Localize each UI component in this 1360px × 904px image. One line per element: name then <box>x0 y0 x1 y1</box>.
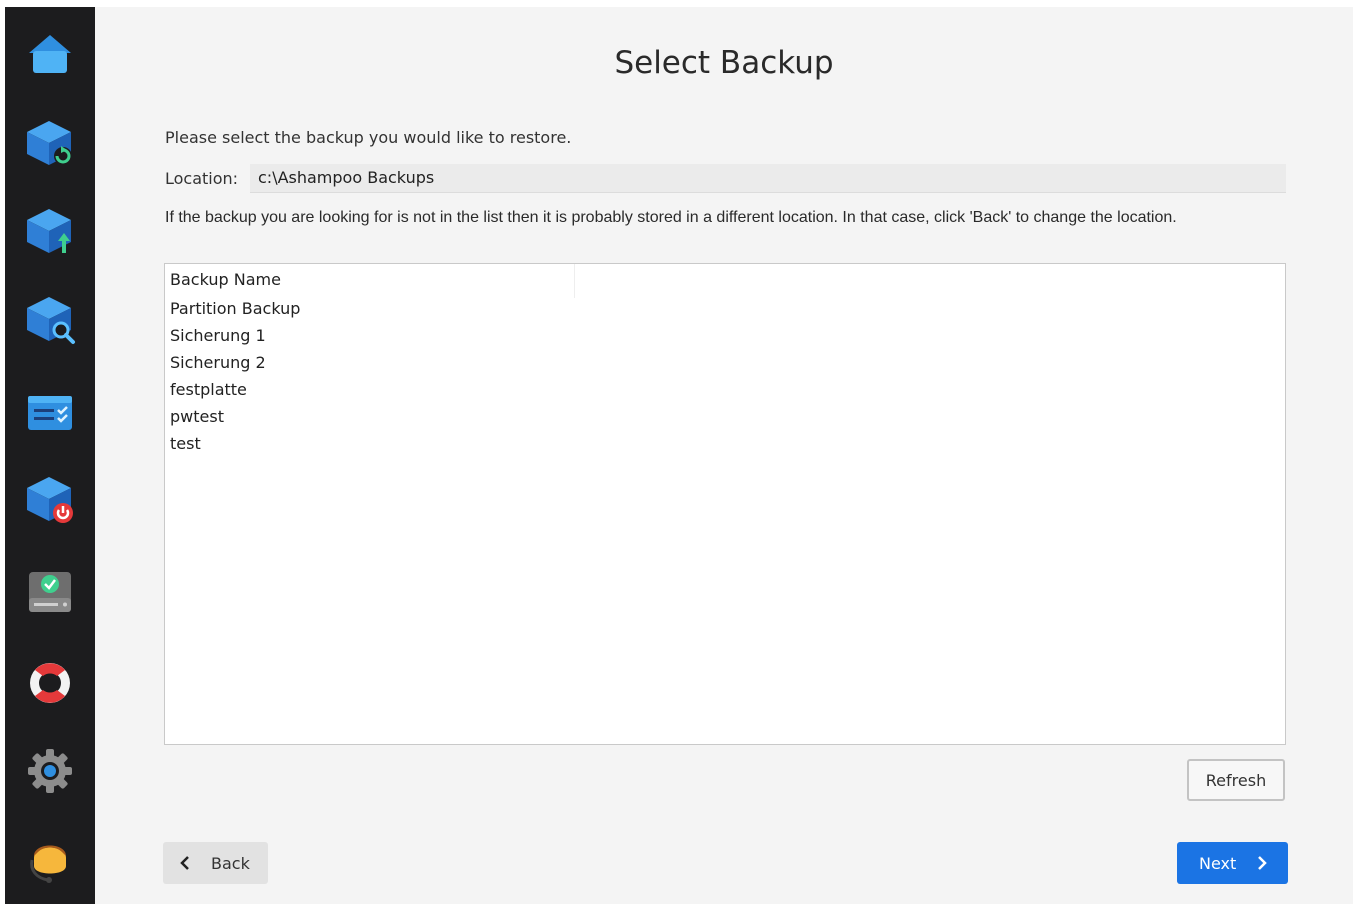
refresh-button[interactable]: Refresh <box>1187 759 1285 801</box>
main-content: Select Backup Please select the backup y… <box>95 7 1353 904</box>
location-field: c:\Ashampoo Backups <box>250 164 1286 193</box>
sidebar-item-backup[interactable] <box>20 113 80 173</box>
sidebar-item-help[interactable] <box>20 653 80 713</box>
chevron-left-icon <box>179 855 191 871</box>
sidebar-item-home[interactable] <box>20 25 80 85</box>
sidebar-item-search-backup[interactable] <box>20 289 80 349</box>
sidebar <box>5 7 95 904</box>
sidebar-item-tasks[interactable] <box>20 383 80 443</box>
next-button[interactable]: Next <box>1177 842 1288 884</box>
sidebar-item-drive-check[interactable] <box>20 561 80 621</box>
back-button-label: Back <box>211 853 250 873</box>
list-item[interactable]: Sicherung 1 <box>165 323 1285 350</box>
list-item[interactable]: festplatte <box>165 377 1285 404</box>
backup-refresh-icon <box>27 121 72 165</box>
back-button[interactable]: Back <box>163 842 268 884</box>
page-title: Select Backup <box>614 45 834 81</box>
next-button-label: Next <box>1199 853 1237 873</box>
hint-text: If the backup you are looking for is not… <box>165 209 1177 226</box>
backup-list[interactable]: Backup Name Partition Backup Sicherung 1… <box>164 263 1286 745</box>
backup-search-icon <box>27 297 75 344</box>
backup-upload-icon <box>27 209 71 253</box>
list-item[interactable]: pwtest <box>165 404 1285 431</box>
refresh-button-label: Refresh <box>1205 770 1267 790</box>
sidebar-item-create-backup[interactable] <box>20 201 80 261</box>
task-list-icon <box>28 396 72 430</box>
drive-check-icon <box>29 572 71 612</box>
location-label: Location: <box>165 169 239 188</box>
sidebar-item-settings[interactable] <box>20 741 80 801</box>
lifebuoy-icon <box>30 663 70 703</box>
list-item[interactable]: test <box>165 431 1285 458</box>
backup-power-icon <box>27 477 73 523</box>
column-header-backup-name[interactable]: Backup Name <box>165 264 575 298</box>
sidebar-item-rescue[interactable] <box>20 469 80 529</box>
home-icon <box>29 35 71 73</box>
list-item[interactable]: Partition Backup <box>165 296 1285 323</box>
instruction-text: Please select the backup you would like … <box>165 128 572 147</box>
gear-icon <box>28 749 72 793</box>
list-rows: Partition Backup Sicherung 1 Sicherung 2… <box>165 296 1285 458</box>
list-item[interactable]: Sicherung 2 <box>165 350 1285 377</box>
support-avatar-icon <box>30 845 66 883</box>
sidebar-item-support[interactable] <box>20 831 80 891</box>
app-window: Select Backup Please select the backup y… <box>5 7 1353 904</box>
chevron-right-icon <box>1256 855 1268 871</box>
